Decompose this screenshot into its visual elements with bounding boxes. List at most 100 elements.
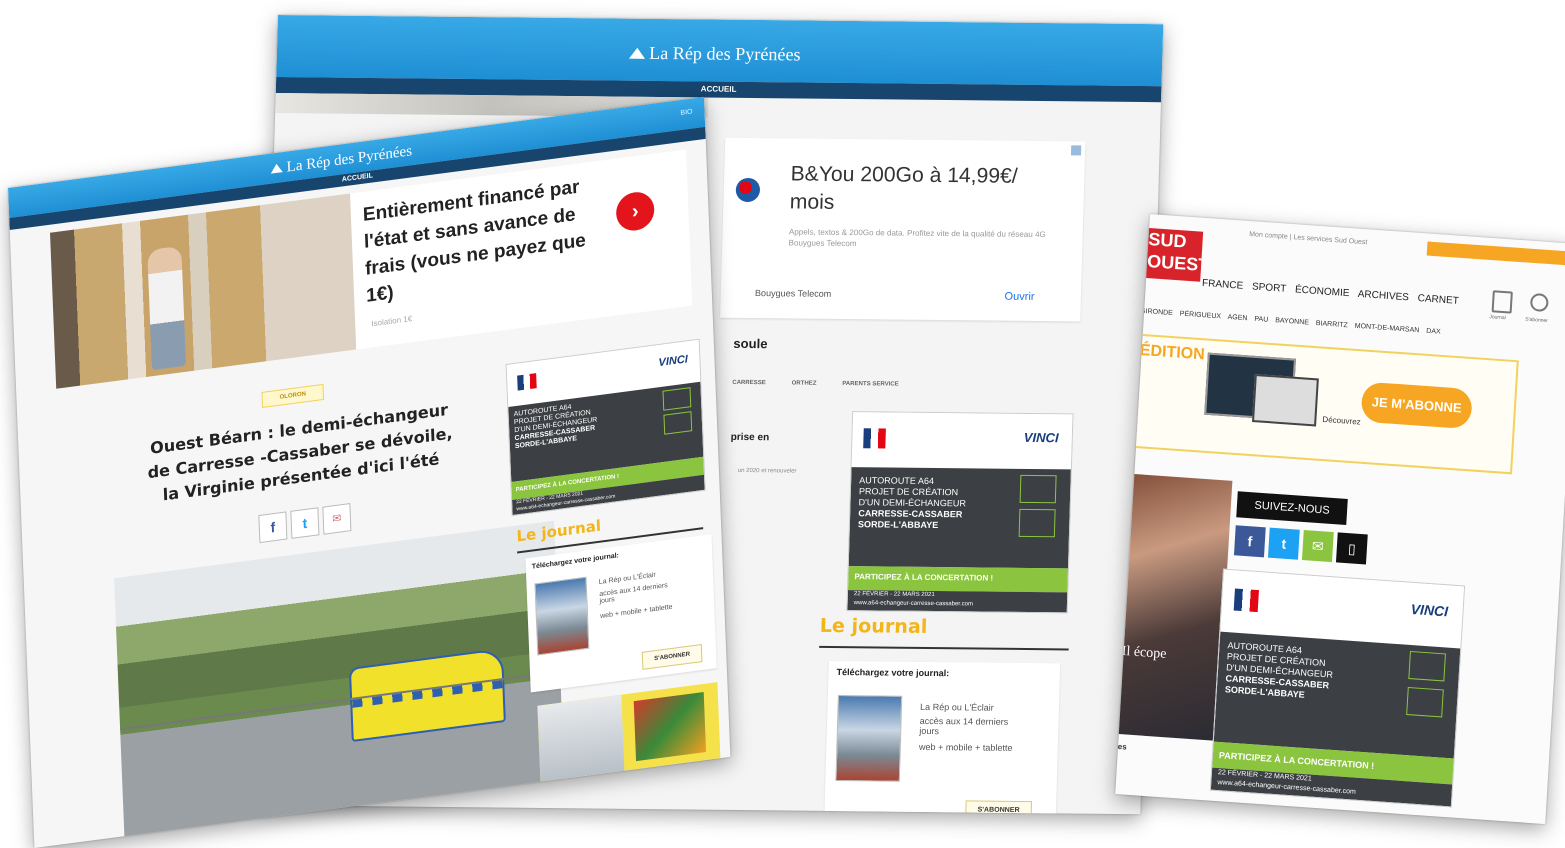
subscribe-button[interactable]: S'ABONNER xyxy=(965,800,1033,815)
vinci-banner-body: AUTOROUTE A64 PROJET DE CRÉATION D'UN DE… xyxy=(1213,631,1461,759)
top-right-label[interactable]: BIO xyxy=(680,108,692,117)
vinci-url: www.a64-echangeur-carresse-cassaber.com xyxy=(853,600,974,608)
top-promo-strip[interactable] xyxy=(1426,241,1565,266)
vinci-footer: 22 FÉVRIER - 22 MARS 2021 www.a64-echang… xyxy=(847,590,1068,613)
bottom-promo-magazines xyxy=(633,691,707,762)
ad-headline: Entièrement financé par l'état et sans a… xyxy=(362,176,587,307)
snippet-heading[interactable]: prise en xyxy=(731,432,770,443)
journal-icon-label: Journal xyxy=(1489,314,1506,322)
illustration-frame-icon xyxy=(1018,509,1056,538)
nav-sport[interactable]: SPORT xyxy=(1252,281,1287,294)
journal-card-text-1: La Rép ou L'Éclair xyxy=(919,701,994,713)
tab-carresse[interactable]: CARRESSE xyxy=(732,380,766,386)
subnav-perigueux[interactable]: PÉRIGUEUX xyxy=(1180,310,1222,320)
vinci-banner[interactable]: VINCI AUTOROUTE A64 PROJET DE CRÉATION D… xyxy=(505,338,706,517)
ad-body: Appels, textos & 200Go de data. Profitez… xyxy=(788,227,1046,249)
illustration-frame-icon xyxy=(1019,475,1057,504)
sub-nav: GIRONDE PÉRIGUEUX AGEN PAU BAYONNE BIARR… xyxy=(1140,308,1441,336)
subnav-bayonne[interactable]: BAYONNE xyxy=(1275,317,1309,326)
tab-parents[interactable]: PARENTS SERVICE xyxy=(842,381,899,388)
worker-figure xyxy=(147,245,186,371)
main-nav: FRANCE SPORT ÉCONOMIE ARCHIVES CARNET xyxy=(1202,278,1459,307)
republic-flag-icon xyxy=(516,373,537,391)
ad-source: Isolation 1€ xyxy=(371,314,413,329)
sud-ouest-logo[interactable]: SUD OUEST xyxy=(1142,227,1204,282)
republic-flag-icon xyxy=(1233,588,1260,612)
snippet-text: un 2020 et renouveler xyxy=(737,467,797,475)
back-page-header: La Rép des Pyrénées xyxy=(276,15,1164,87)
article-title: Ouest Béarn : le demi-échangeur de Carre… xyxy=(147,399,453,505)
journal-card-text-3: web + mobile + tablette xyxy=(918,741,1013,753)
vinci-banner[interactable]: VINCI AUTOROUTE A64 PROJET DE CRÉATION D… xyxy=(1209,568,1466,808)
illustration-frame-icon xyxy=(1406,686,1444,718)
nav-france[interactable]: FRANCE xyxy=(1202,278,1244,292)
email-share-icon[interactable]: ✉ xyxy=(322,503,352,535)
subnav-pau[interactable]: PAU xyxy=(1254,316,1268,324)
subscribe-button[interactable]: S'ABONNER xyxy=(641,643,703,670)
nav-economie[interactable]: ÉCONOMIE xyxy=(1295,284,1350,299)
journal-card-heading: Téléchargez votre journal: xyxy=(531,552,620,571)
ad-choices-icon[interactable] xyxy=(1070,145,1082,156)
ad-title: B&You 200Go à 14,99€/ mois xyxy=(789,162,1019,214)
article-tag[interactable]: OLORON xyxy=(261,383,325,409)
vinci-logo: VINCI xyxy=(1023,429,1059,446)
journal-thumbnail[interactable] xyxy=(835,695,903,782)
section-tabs: CARRESSE ORTHEZ PARENTS SERVICE xyxy=(732,380,899,388)
journal-rule xyxy=(819,645,1069,651)
bouygues-ad[interactable]: B&You 200Go à 14,99€/ mois Appels, texto… xyxy=(720,137,1086,322)
vinci-cta[interactable]: PARTICIPEZ À LA CONCERTATION ! xyxy=(847,566,1068,593)
promo-title: ÉDITION xyxy=(1139,341,1206,364)
journal-card-heading: Téléchargez votre journal: xyxy=(836,667,950,679)
user-icon[interactable] xyxy=(1529,292,1549,313)
illustration-frame-icon xyxy=(663,411,693,435)
bottom-promo-photo xyxy=(537,694,625,782)
insulation-ad-photo xyxy=(50,193,357,389)
facebook-icon[interactable]: f xyxy=(1233,525,1266,558)
ad-arrow-button[interactable]: › xyxy=(615,189,655,233)
journal-card-text-3: web + mobile + tablette xyxy=(600,603,673,621)
mobile-icon[interactable]: ▯ xyxy=(1335,532,1368,565)
site-logo[interactable]: La Rép des Pyrénées xyxy=(628,42,801,66)
site-logo-text: La Rép des Pyrénées xyxy=(648,42,801,65)
subnav-dax[interactable]: DAX xyxy=(1426,328,1441,336)
newsletter-icon[interactable]: ✉ xyxy=(1301,530,1334,563)
journal-icon[interactable] xyxy=(1491,290,1513,314)
mountain-icon xyxy=(628,47,646,59)
republic-flag-icon xyxy=(863,428,886,449)
vinci-banner-body: AUTOROUTE A64 PROJET DE CRÉATION D'UN DE… xyxy=(848,467,1071,569)
mountain-icon xyxy=(270,163,283,174)
subnav-gironde[interactable]: GIRONDE xyxy=(1140,308,1173,317)
journal-card-text-2: accès aux 14 derniers jours xyxy=(919,715,1009,737)
subnav-biarritz[interactable]: BIARRITZ xyxy=(1316,320,1348,329)
ad-open-link[interactable]: Ouvrir xyxy=(1004,291,1034,303)
journal-title: Le journal xyxy=(819,614,928,638)
ad-advertiser: Bouygues Telecom xyxy=(754,288,832,299)
nav-item-home[interactable]: ACCUEIL xyxy=(701,84,737,93)
right-page-screenshot: SUD OUEST Mon compte | Les services Sud … xyxy=(1115,214,1565,825)
subscribe-now-button[interactable]: JE M'ABONNE xyxy=(1360,381,1473,430)
vinci-logo: VINCI xyxy=(1410,600,1449,620)
vinci-banner[interactable]: VINCI AUTOROUTE A64 PROJET DE CRÉATION D… xyxy=(846,411,1074,614)
promo-device-text: Découvrez xyxy=(1322,414,1361,427)
sud-ouest-logo-text: SUD OUEST xyxy=(1146,229,1204,276)
journal-card: Téléchargez votre journal: La Rép ou L'É… xyxy=(525,534,717,693)
twitter-share-icon[interactable]: t xyxy=(290,507,320,539)
top-links[interactable]: Mon compte | Les services Sud Ouest xyxy=(1249,231,1368,246)
front-page-screenshot: La Rép des Pyrénées BIO ACCUEIL Entièrem… xyxy=(8,96,731,848)
tab-orthez[interactable]: ORTHEZ xyxy=(792,380,817,386)
nav-carnet[interactable]: CARNET xyxy=(1417,293,1459,307)
illustration-frame-icon xyxy=(1408,650,1447,682)
devices-illustration-icon xyxy=(1252,373,1319,427)
subnav-agen[interactable]: AGEN xyxy=(1227,314,1247,322)
nav-item-home[interactable]: ACCUEIL xyxy=(342,172,373,183)
nav-archives[interactable]: ARCHIVES xyxy=(1357,289,1409,304)
twitter-icon[interactable]: t xyxy=(1267,527,1300,560)
digital-edition-promo[interactable]: ÉDITION Découvrez JE M'ABONNE xyxy=(1127,333,1519,475)
journal-thumbnail[interactable] xyxy=(534,576,590,656)
facebook-share-icon[interactable]: f xyxy=(258,511,288,544)
journal-card: Téléchargez votre journal: La Rép ou L'É… xyxy=(823,660,1061,815)
illustration-frame-icon xyxy=(662,387,692,411)
subscribe-icon-label: S'abonner xyxy=(1525,316,1549,325)
subnav-mont-de-marsan[interactable]: MONT-DE-MARSAN xyxy=(1355,323,1420,335)
section-title: soule xyxy=(733,335,768,352)
